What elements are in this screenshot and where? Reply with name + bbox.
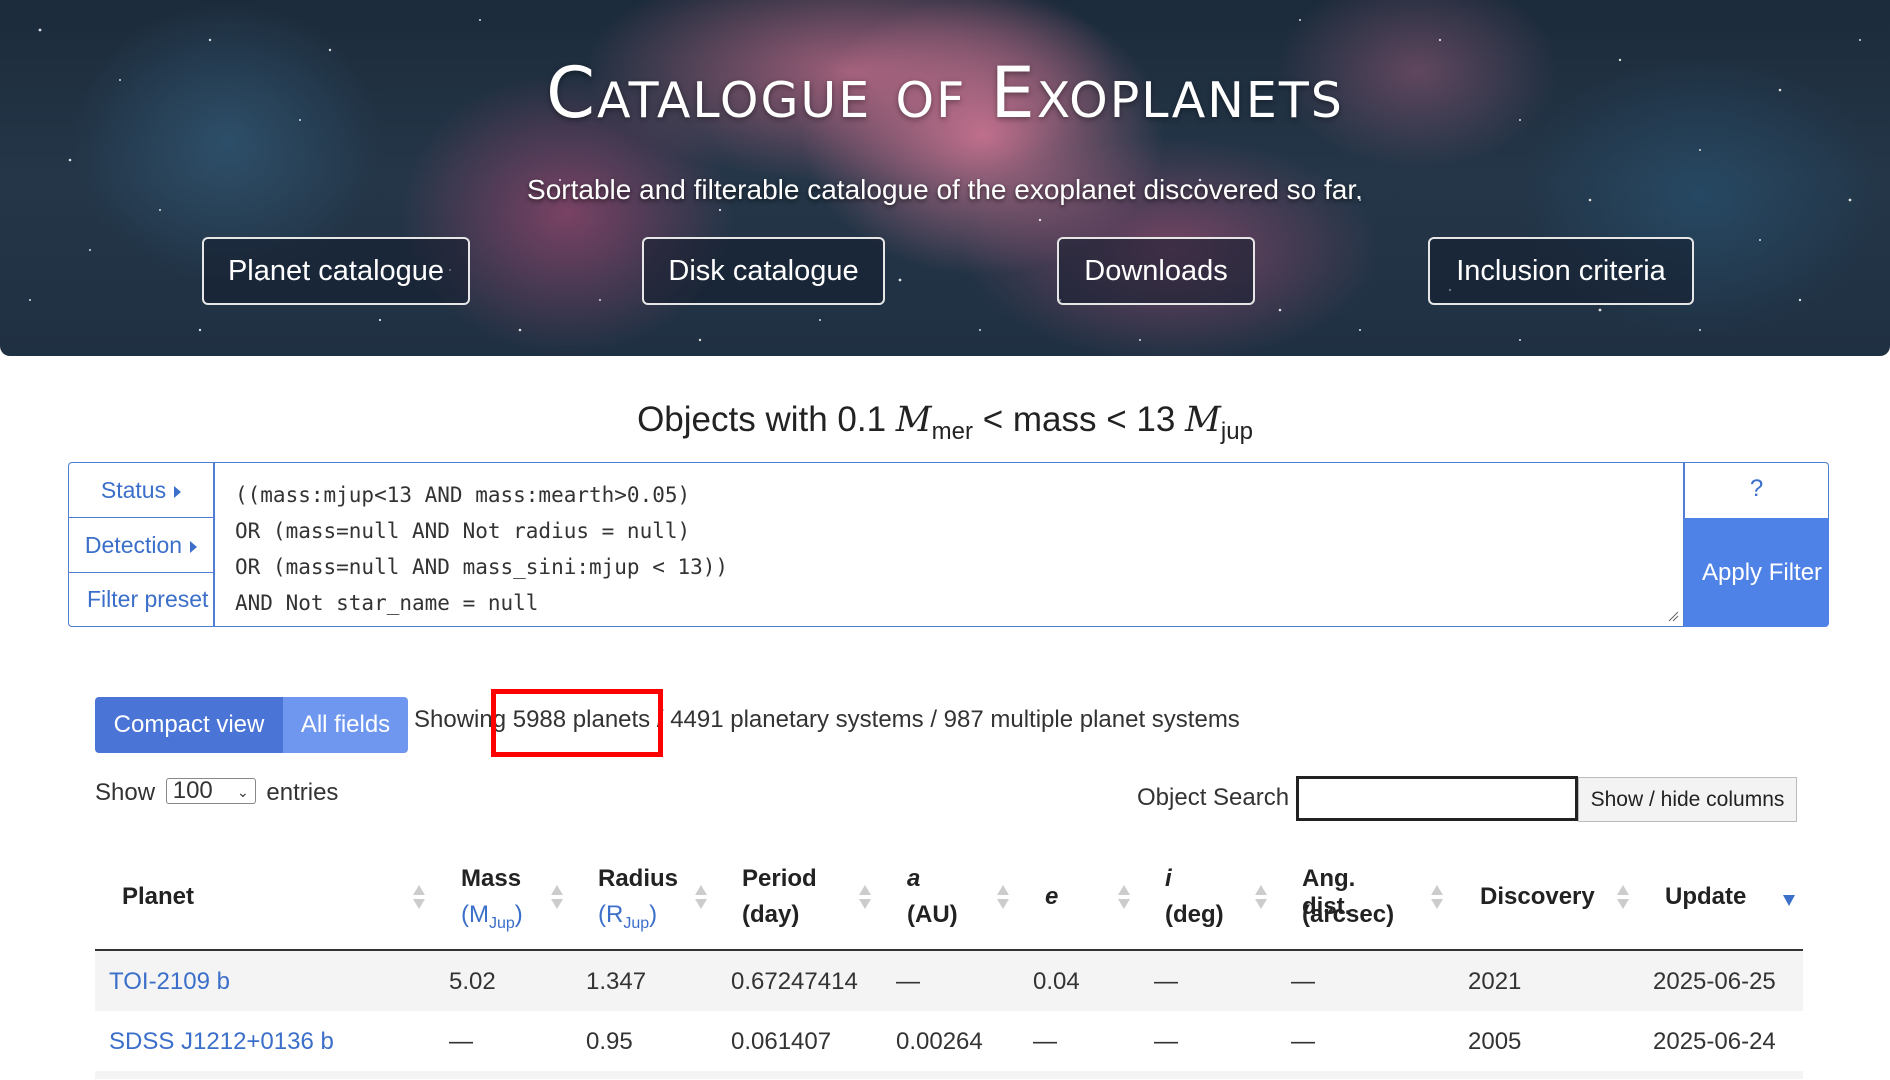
- sort-icon[interactable]: [997, 885, 1009, 917]
- cell-a: —: [896, 968, 920, 995]
- cell-mass: 5.02: [449, 968, 496, 995]
- col-i-label: i: [1165, 865, 1172, 892]
- planet-link[interactable]: SDSS J1212+0136 b: [109, 1028, 334, 1056]
- cell-i: —: [1154, 968, 1178, 995]
- cell-radius: 0.95: [586, 1028, 633, 1055]
- object-search-label: Object Search: [1137, 784, 1290, 811]
- radius-unit-sub: Jup: [623, 914, 650, 932]
- cell-ang-dist: —: [1291, 968, 1315, 995]
- title-sub2: jup: [1220, 418, 1253, 445]
- show-label: Show: [95, 779, 156, 806]
- detection-label: Detection: [84, 532, 183, 558]
- status-label: Status: [100, 477, 167, 503]
- inclusion-criteria-button[interactable]: Inclusion criteria: [1428, 237, 1694, 305]
- cell-mass: —: [449, 1028, 473, 1055]
- col-discovery-label: Discovery: [1480, 883, 1595, 910]
- site-title: Catalogue of Exoplanets: [546, 52, 1344, 134]
- sort-desc-icon[interactable]: [1783, 895, 1795, 906]
- caret-right-icon: [174, 485, 182, 498]
- help-button[interactable]: ?: [1684, 462, 1829, 518]
- table-header: Planet Mass (MJup) Radius (RJup) Period (da…: [95, 855, 1803, 951]
- detection-dropdown[interactable]: Detection: [68, 517, 214, 573]
- col-ang-dist-unit: (arcsec): [1302, 901, 1395, 928]
- col-period-label: Period: [742, 865, 817, 892]
- entries-label: entries: [266, 779, 339, 806]
- cell-discovery: 2021: [1468, 968, 1522, 995]
- object-search-input[interactable]: [1296, 776, 1578, 821]
- query-line: OR (mass=null AND Not radius = null): [235, 519, 691, 543]
- cell-update: 2025-06-24: [1653, 1028, 1776, 1055]
- disk-catalogue-button[interactable]: Disk catalogue: [642, 237, 885, 305]
- col-mass-label: Mass: [461, 865, 522, 892]
- downloads-button[interactable]: Downloads: [1057, 237, 1255, 305]
- col-update-label: Update: [1665, 883, 1747, 910]
- col-period-unit: (day): [742, 901, 800, 928]
- resize-grip-icon[interactable]: [1667, 610, 1679, 622]
- filter-preset-dropdown[interactable]: Filter preset: [68, 572, 214, 627]
- planet-catalogue-button[interactable]: Planet catalogue: [202, 237, 470, 305]
- filter-query-textarea[interactable]: ((mass:mjup<13 AND mass:mearth>0.05) OR …: [214, 462, 1684, 627]
- query-line: AND Not star_name = null: [235, 591, 539, 615]
- entries-control: Show 100 ⌄ entries: [95, 778, 338, 807]
- col-a-label: a: [907, 865, 921, 892]
- cell-e: —: [1033, 1028, 1057, 1055]
- apply-filter-button[interactable]: Apply Filter: [1684, 518, 1829, 627]
- mass-unit: M: [469, 901, 489, 928]
- cell-discovery: 2005: [1468, 1028, 1522, 1055]
- col-radius-label: Radius: [598, 865, 679, 892]
- col-mass-unit: (MJup): [461, 901, 523, 932]
- caret-right-icon: [190, 540, 198, 553]
- title-prefix: Objects with 0.1: [637, 400, 896, 439]
- planet-table: Planet Mass (MJup) Radius (RJup) Period (da…: [95, 855, 1803, 1079]
- cell-e: 0.04: [1033, 968, 1080, 995]
- sort-icon[interactable]: [1255, 885, 1267, 917]
- site-subtitle: Sortable and filterable catalogue of the…: [527, 174, 1363, 205]
- col-radius-unit: (RJup): [598, 901, 658, 932]
- chevron-down-icon: ⌄: [236, 784, 249, 800]
- filter-preset-label: Filter preset: [87, 586, 209, 612]
- sort-icon[interactable]: [551, 885, 563, 917]
- cell-update: 2025-06-25: [1653, 968, 1776, 995]
- cell-ang-dist: —: [1291, 1028, 1315, 1055]
- system-counts: / 4491 planetary systems / 987 multiple …: [650, 706, 1240, 733]
- entries-value: 100: [172, 777, 213, 804]
- title-middle: < mass < 13: [972, 400, 1186, 439]
- compact-view-button[interactable]: Compact view: [95, 697, 283, 753]
- sort-icon[interactable]: [1118, 885, 1130, 917]
- table-row[interactable]: TOI-2109 b 5.02 1.347 0.67247414 — 0.04 …: [95, 951, 1803, 1011]
- query-line: ((mass:mjup<13 AND mass:mearth>0.05): [235, 483, 691, 507]
- cell-radius: 1.347: [586, 968, 647, 995]
- cell-i: —: [1154, 1028, 1178, 1055]
- radius-unit: R: [606, 901, 624, 928]
- sort-icon[interactable]: [413, 885, 425, 917]
- planet-link[interactable]: TOI-2109 b: [109, 968, 230, 996]
- table-row: [95, 1071, 1803, 1079]
- title-m2: M: [1185, 400, 1221, 440]
- query-line: OR (mass=null AND mass_sini:mjup < 13)): [235, 555, 729, 579]
- cell-a: 0.00264: [896, 1028, 983, 1055]
- show-hide-columns-button[interactable]: Show / hide columns: [1578, 777, 1797, 822]
- hero-banner: Catalogue of Exoplanets Sortable and fil…: [0, 0, 1890, 356]
- page-title: Objects with 0.1 Mmer < mass < 13 Mjup: [0, 400, 1890, 446]
- col-i-unit: (deg): [1165, 901, 1224, 928]
- sort-icon[interactable]: [1431, 885, 1443, 917]
- col-e-label: e: [1045, 883, 1059, 910]
- highlight-box: [491, 689, 663, 757]
- cell-period: 0.061407: [731, 1028, 832, 1055]
- sort-icon[interactable]: [1617, 885, 1629, 917]
- col-planet-label: Planet: [122, 883, 195, 910]
- sort-icon[interactable]: [695, 885, 707, 917]
- col-a-unit: (AU): [907, 901, 958, 928]
- all-fields-button[interactable]: All fields: [283, 697, 408, 753]
- cell-period: 0.67247414: [731, 968, 858, 995]
- entries-select[interactable]: 100 ⌄: [165, 777, 256, 804]
- sort-icon[interactable]: [859, 885, 871, 917]
- status-dropdown[interactable]: Status: [68, 462, 214, 518]
- title-sub1: mer: [931, 418, 973, 445]
- title-m1: M: [895, 400, 932, 440]
- table-row[interactable]: SDSS J1212+0136 b — 0.95 0.061407 0.0026…: [95, 1011, 1803, 1071]
- mass-unit-sub: Jup: [489, 914, 515, 932]
